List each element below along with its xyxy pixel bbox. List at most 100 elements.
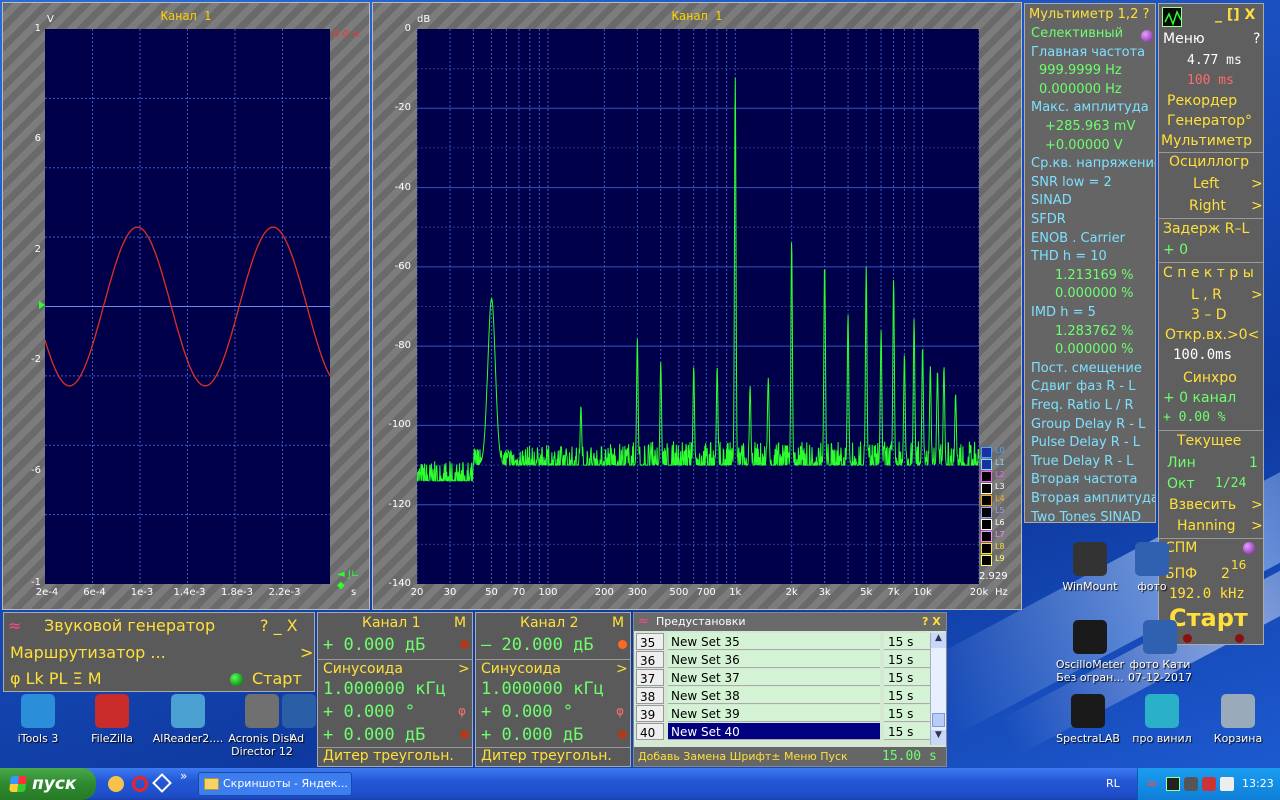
- spectra-label[interactable]: С п е к т р ы: [1163, 265, 1263, 281]
- ch2-level[interactable]: – 20.000 дБ: [481, 635, 594, 655]
- spectrum-legend-box[interactable]: [981, 495, 992, 506]
- spectrum-legend-box[interactable]: [981, 471, 992, 482]
- ch1-frequency[interactable]: 1.000000 кГц: [323, 679, 446, 699]
- multimeter-row[interactable]: SINAD: [1031, 193, 1072, 208]
- desktop-icon[interactable]: iTools 3: [0, 694, 78, 745]
- spectrum-legend-box[interactable]: [981, 555, 992, 566]
- right-arrow-icon[interactable]: >: [1251, 198, 1263, 214]
- multimeter-row[interactable]: 0.000000 %: [1055, 286, 1134, 301]
- multimeter-row[interactable]: Two Tones SINAD: [1031, 510, 1141, 522]
- oscilloscope-button[interactable]: Осциллогр: [1169, 154, 1263, 170]
- spectrum-legend-box[interactable]: [981, 519, 992, 530]
- quicklaunch-chevron-icon[interactable]: »: [180, 769, 187, 783]
- spectrum-legend-box[interactable]: [981, 447, 992, 458]
- desktop-icon[interactable]: SpectraLAB: [1048, 694, 1128, 745]
- generator-button[interactable]: Генератор°: [1167, 113, 1263, 129]
- ch1-m[interactable]: M: [454, 615, 466, 631]
- start-button[interactable]: пуск: [0, 768, 96, 800]
- tray-app-icon-3[interactable]: [1202, 777, 1216, 791]
- multimeter-row[interactable]: Ср.кв. напряжение: [1031, 156, 1155, 171]
- spectrum-plot[interactable]: [417, 29, 979, 584]
- multimeter-row[interactable]: THD h = 10: [1031, 249, 1107, 264]
- multimeter-row[interactable]: Главная частота: [1031, 45, 1145, 60]
- left-arrow-icon[interactable]: >: [1251, 176, 1263, 192]
- router-arrow-icon[interactable]: >: [300, 643, 313, 662]
- ch1-phase[interactable]: + 0.000 °: [323, 702, 415, 722]
- multimeter-title[interactable]: Мультиметр 1,2 ?: [1029, 7, 1149, 22]
- ch1-offset-knob-icon[interactable]: [460, 730, 469, 739]
- spectrum-legend-box[interactable]: [981, 543, 992, 554]
- menu-help[interactable]: ?: [1253, 31, 1263, 47]
- desktop-icon[interactable]: Ad: [282, 694, 316, 745]
- multimeter-row[interactable]: ENOB . Carrier: [1031, 231, 1125, 246]
- generator-modes[interactable]: φ Lk PL Ξ M: [10, 669, 102, 688]
- lin-value[interactable]: 1: [1249, 455, 1263, 471]
- multimeter-row[interactable]: 0.000000 %: [1055, 342, 1134, 357]
- presets-duration[interactable]: 15.00 s: [882, 747, 937, 766]
- ch2-wave-arrow-icon[interactable]: >: [616, 661, 628, 677]
- multimeter-row[interactable]: 0.000000 Hz: [1039, 82, 1122, 97]
- desktop-icon[interactable]: AlReader2....: [148, 694, 228, 745]
- quicklaunch-mail-icon[interactable]: [108, 776, 124, 792]
- spectra-3d[interactable]: 3 – D: [1191, 307, 1263, 323]
- ch2-phase[interactable]: + 0.000 °: [481, 702, 573, 722]
- multimeter-row[interactable]: True Delay R - L: [1031, 454, 1133, 469]
- multimeter-button[interactable]: Мультиметр: [1161, 133, 1263, 149]
- desktop-icon[interactable]: FileZilla: [72, 694, 152, 745]
- scroll-down-icon[interactable]: ▼: [931, 730, 946, 745]
- ch2-offset[interactable]: + 0.000 дБ: [481, 725, 583, 745]
- preset-row[interactable]: 36 New Set 36 15 s: [636, 651, 934, 669]
- multimeter-row[interactable]: 1.283762 %: [1055, 324, 1134, 339]
- recorder-button[interactable]: Рекордер: [1167, 93, 1263, 109]
- ch2-m[interactable]: M: [612, 615, 624, 631]
- sync-percent[interactable]: + 0.00 %: [1163, 410, 1263, 425]
- tray-app-icon-4[interactable]: [1220, 777, 1234, 791]
- selective-indicator-icon[interactable]: [1141, 30, 1153, 42]
- router-button[interactable]: Маршрутизатор ...: [10, 643, 166, 662]
- tray-app-icon-2[interactable]: [1184, 777, 1198, 791]
- spectrum-legend-box[interactable]: [981, 531, 992, 542]
- ch2-level-knob-icon[interactable]: [618, 640, 627, 649]
- multimeter-row[interactable]: Селективный: [1031, 26, 1123, 41]
- window-function-arrow-icon[interactable]: >: [1251, 518, 1263, 534]
- presets-scrollbar[interactable]: ▲ ▼: [930, 633, 946, 745]
- multimeter-row[interactable]: SFDR: [1031, 212, 1066, 227]
- desktop-icon[interactable]: OscilloMeter Без огран...: [1050, 620, 1130, 684]
- multimeter-row[interactable]: Вторая частота: [1031, 472, 1137, 487]
- language-indicator[interactable]: RL: [1106, 777, 1120, 790]
- spm-indicator-icon[interactable]: [1243, 542, 1255, 554]
- ch1-waveform[interactable]: Синусоида: [323, 661, 403, 677]
- ch1-level[interactable]: + 0.000 дБ: [323, 635, 425, 655]
- weigh-button[interactable]: Взвесить: [1169, 497, 1263, 513]
- generator-title-controls[interactable]: ? _ X: [260, 616, 298, 635]
- taskbar-window-button[interactable]: Скриншоты - Яндек...: [198, 772, 352, 796]
- scroll-thumb[interactable]: [932, 713, 945, 727]
- multimeter-row[interactable]: +285.963 mV: [1045, 119, 1135, 134]
- ch1-dither[interactable]: Дитер треугольн.: [323, 748, 454, 764]
- delay-value[interactable]: + 0: [1163, 242, 1263, 258]
- sync-channel[interactable]: + 0 канал: [1163, 390, 1263, 406]
- preset-row[interactable]: 37 New Set 37 15 s: [636, 669, 934, 687]
- ch2-dither[interactable]: Дитер треугольн.: [481, 748, 612, 764]
- ch1-level-knob-icon[interactable]: [460, 640, 469, 649]
- osc-plot[interactable]: [45, 29, 330, 584]
- ch2-frequency[interactable]: 1.000000 кГц: [481, 679, 604, 699]
- scroll-up-icon[interactable]: ▲: [931, 633, 946, 648]
- desktop-icon[interactable]: Корзина: [1198, 694, 1278, 745]
- spectrum-legend-box[interactable]: [981, 483, 992, 494]
- presets-actions[interactable]: Добавь Замена Шрифт± Меню Пуск: [638, 750, 848, 763]
- desktop-icon[interactable]: фото Кати 07-12-2017: [1120, 620, 1200, 684]
- multimeter-row[interactable]: Макс. амплитуда: [1031, 100, 1149, 115]
- multimeter-row[interactable]: IMD h = 5: [1031, 305, 1096, 320]
- multimeter-row[interactable]: Group Delay R - L: [1031, 417, 1145, 432]
- multimeter-row[interactable]: SNR low = 2: [1031, 175, 1112, 190]
- preset-row[interactable]: 39 New Set 39 15 s: [636, 705, 934, 723]
- quicklaunch-app-icon[interactable]: [152, 773, 172, 793]
- presets-window-controls[interactable]: ? X: [922, 615, 941, 628]
- multimeter-row[interactable]: 1.213169 %: [1055, 268, 1134, 283]
- clock[interactable]: 13:23: [1242, 777, 1274, 790]
- preset-row[interactable]: 38 New Set 38 15 s: [636, 687, 934, 705]
- tray-app-icon-1[interactable]: [1166, 777, 1180, 791]
- multimeter-row[interactable]: Pulse Delay R - L: [1031, 435, 1140, 450]
- current-label[interactable]: Текущее: [1177, 433, 1263, 449]
